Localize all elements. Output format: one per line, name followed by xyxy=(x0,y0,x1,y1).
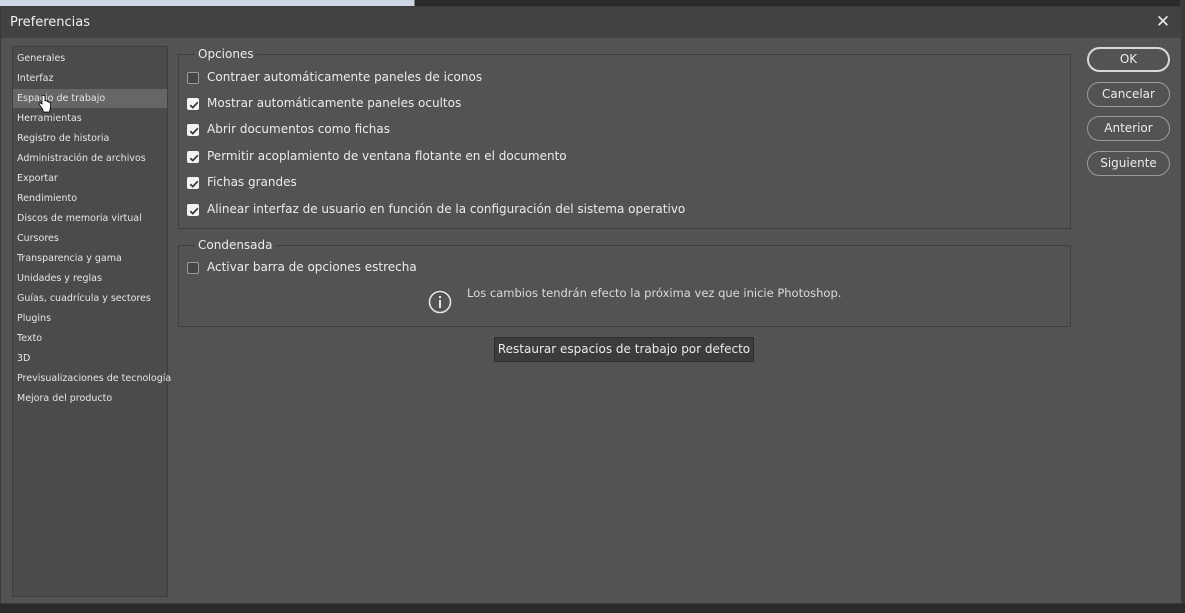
sidebar-item-registro-de-historia[interactable]: Registro de historia xyxy=(13,129,167,148)
restore-workspaces-button[interactable]: Restaurar espacios de trabajo por defect… xyxy=(494,337,754,362)
dialog-title: Preferencias xyxy=(10,15,91,30)
sidebar-item-texto[interactable]: Texto xyxy=(13,329,167,348)
sidebar-item-administracion-de-archivos[interactable]: Administración de archivos xyxy=(13,149,167,168)
sidebar-item-espacio-de-trabajo[interactable]: Espacio de trabajo xyxy=(13,89,167,108)
sidebar-item-guias-cuadricula-y-sectores[interactable]: Guías, cuadrícula y sectores xyxy=(13,289,167,308)
sidebar-item-generales[interactable]: Generales xyxy=(13,49,167,68)
next-button[interactable]: Siguiente xyxy=(1087,151,1170,176)
option-label-alinear-interfaz[interactable]: Alinear interfaz de usuario en función d… xyxy=(207,201,685,217)
sidebar-item-mejora-del-producto[interactable]: Mejora del producto xyxy=(13,389,167,408)
sidebar-item-discos-de-memoria-virtual[interactable]: Discos de memoria virtual xyxy=(13,209,167,228)
sidebar-item-plugins[interactable]: Plugins xyxy=(13,309,167,328)
checkbox-contraer-paneles[interactable] xyxy=(187,72,199,84)
checkbox-barra-opciones-estrecha[interactable] xyxy=(187,262,199,274)
opciones-legend: Opciones xyxy=(195,47,257,61)
checkbox-abrir-como-fichas[interactable] xyxy=(187,124,199,136)
sidebar-item-3d[interactable]: 3D xyxy=(13,349,167,368)
checkbox-fichas-grandes[interactable] xyxy=(187,177,199,189)
option-label-mostrar-paneles-ocultos[interactable]: Mostrar automáticamente paneles ocultos xyxy=(207,95,461,111)
sidebar-item-herramientas[interactable]: Herramientas xyxy=(13,109,167,128)
sidebar-item-unidades-y-reglas[interactable]: Unidades y reglas xyxy=(13,269,167,288)
checkmark-icon xyxy=(189,101,199,109)
checkbox-acoplamiento-ventana[interactable] xyxy=(187,151,199,163)
checkmark-icon xyxy=(189,154,199,162)
checkbox-alinear-interfaz[interactable] xyxy=(187,204,199,216)
cancel-button[interactable]: Cancelar xyxy=(1087,82,1170,107)
sidebar-item-exportar[interactable]: Exportar xyxy=(13,169,167,188)
option-label-contraer-paneles[interactable]: Contraer automáticamente paneles de icon… xyxy=(207,69,482,85)
condensada-legend: Condensada xyxy=(195,238,276,252)
option-label-barra-opciones-estrecha[interactable]: Activar barra de opciones estrecha xyxy=(207,259,417,275)
option-label-abrir-como-fichas[interactable]: Abrir documentos como fichas xyxy=(207,121,390,137)
sidebar-item-previsualizaciones-de-tecnologia[interactable]: Previsualizaciones de tecnología xyxy=(13,369,171,388)
checkbox-mostrar-paneles-ocultos[interactable] xyxy=(187,98,199,110)
option-label-fichas-grandes[interactable]: Fichas grandes xyxy=(207,174,297,190)
previous-button[interactable]: Anterior xyxy=(1087,116,1170,141)
ok-button[interactable]: OK xyxy=(1087,47,1170,72)
sidebar-item-rendimiento[interactable]: Rendimiento xyxy=(13,189,167,208)
checkmark-icon xyxy=(189,127,199,135)
option-label-acoplamiento-ventana[interactable]: Permitir acoplamiento de ventana flotant… xyxy=(207,148,567,164)
sidebar-item-transparencia-y-gama[interactable]: Transparencia y gama xyxy=(13,249,167,268)
sidebar-item-interfaz[interactable]: Interfaz xyxy=(13,69,167,88)
title-bar: Preferencias ✕ xyxy=(1,7,1181,38)
info-icon xyxy=(428,290,452,314)
background-desktop-bottom xyxy=(0,603,1185,613)
checkmark-icon xyxy=(189,180,199,188)
sidebar-item-cursores[interactable]: Cursores xyxy=(13,229,167,248)
checkmark-icon xyxy=(189,207,199,215)
close-icon[interactable]: ✕ xyxy=(1153,12,1173,32)
sidebar-nav: Generales Interfaz Espacio de trabajo He… xyxy=(12,46,171,597)
hand-cursor-icon xyxy=(38,95,51,113)
info-message: Los cambios tendrán efecto la próxima ve… xyxy=(467,286,842,300)
